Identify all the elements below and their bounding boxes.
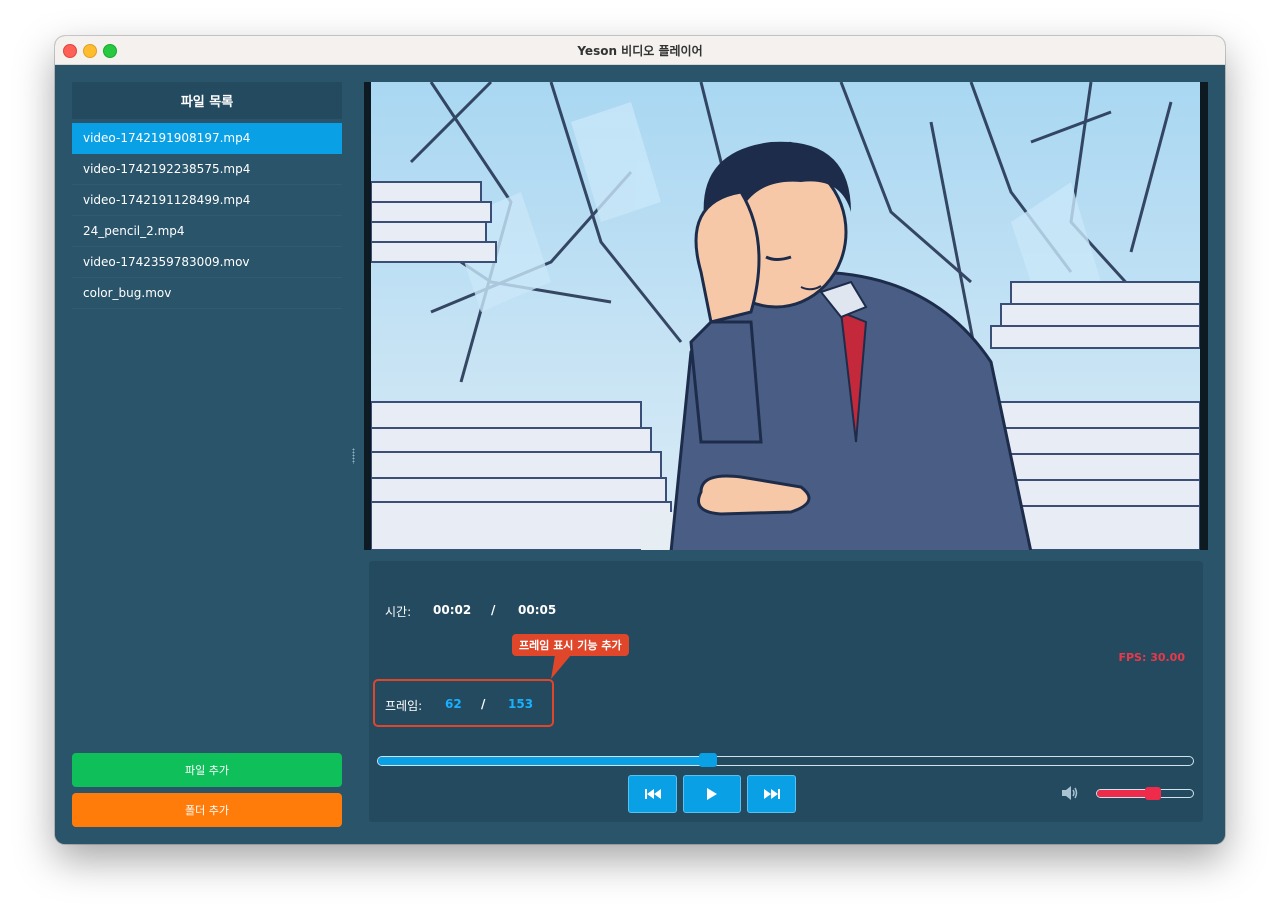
fps-readout: FPS: 30.00 — [1118, 651, 1185, 664]
current-frame: 62 — [445, 697, 462, 711]
current-time: 00:02 — [433, 603, 472, 617]
video-display[interactable] — [364, 82, 1208, 550]
file-list-item[interactable]: video-1742359783009.mov — [72, 247, 342, 278]
seek-bar[interactable] — [377, 756, 1194, 766]
file-list-item[interactable]: 24_pencil_2.mp4 — [72, 216, 342, 247]
skip-next-icon — [763, 789, 780, 799]
previous-button[interactable] — [628, 775, 677, 813]
seek-handle[interactable] — [698, 753, 717, 767]
volume-handle[interactable] — [1144, 787, 1161, 800]
app-window: Yeson 비디오 플레이어 파일 목록 video-1742191908197… — [55, 36, 1225, 844]
total-time: 00:05 — [518, 603, 557, 617]
next-button[interactable] — [747, 775, 796, 813]
play-icon — [707, 788, 717, 800]
total-frames: 153 — [508, 697, 534, 711]
play-button[interactable] — [683, 775, 741, 813]
file-list-item[interactable]: color_bug.mov — [72, 278, 342, 309]
seek-progress — [378, 757, 709, 765]
file-list: video-1742191908197.mp4 video-17421922385… — [72, 123, 342, 309]
annotation-callout: 프레임 표시 기능 추가 — [512, 634, 629, 656]
add-folder-button[interactable]: 폴더 추가 — [72, 793, 342, 827]
file-list-item[interactable]: video-1742192238575.mp4 — [72, 154, 342, 185]
speaker-icon[interactable] — [1061, 785, 1079, 806]
window-title: Yeson 비디오 플레이어 — [577, 44, 703, 58]
title-bar: Yeson 비디오 플레이어 — [55, 36, 1225, 65]
file-list-header: 파일 목록 — [72, 82, 342, 119]
video-frame-image — [371, 82, 1200, 550]
frame-label: 프레임: — [385, 699, 423, 713]
annotation-pointer — [551, 655, 571, 679]
main-content: 파일 목록 video-1742191908197.mp4 video-17421… — [55, 65, 1225, 844]
skip-previous-icon — [644, 789, 661, 799]
panel-splitter-handle[interactable] — [352, 448, 355, 464]
file-list-item[interactable]: video-1742191908197.mp4 — [72, 123, 342, 154]
add-file-button[interactable]: 파일 추가 — [72, 753, 342, 787]
file-list-item[interactable]: video-1742191128499.mp4 — [72, 185, 342, 216]
time-separator: / — [491, 603, 496, 617]
playback-control-panel: 시간: 00:02 / 00:05 FPS: 30.00 프레임: 62 / 1… — [369, 561, 1203, 822]
time-label: 시간: — [385, 605, 412, 619]
frame-separator: / — [481, 697, 486, 711]
